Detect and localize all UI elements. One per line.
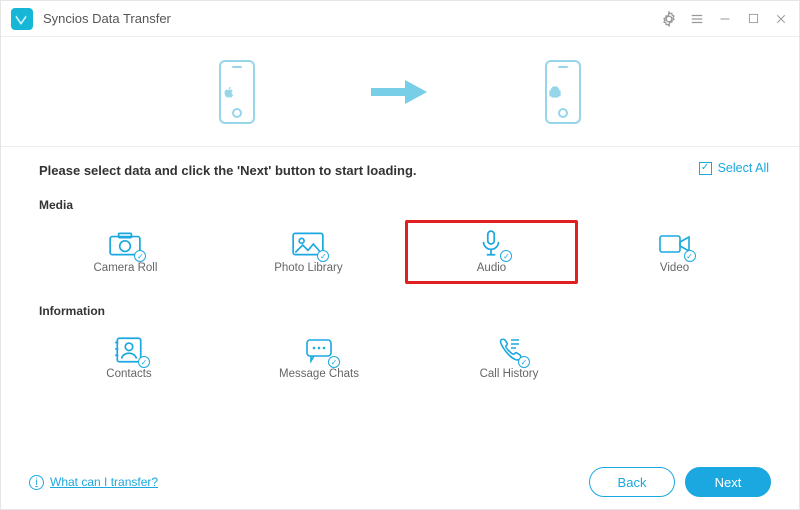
item-label: Camera Roll [94, 262, 158, 274]
item-label: Photo Library [274, 262, 342, 274]
next-label: Next [715, 475, 742, 490]
footer: i What can I transfer? Back Next [1, 455, 799, 509]
contacts-icon: ✓ [112, 336, 146, 364]
ios-icon [221, 84, 253, 100]
item-label: Contacts [106, 368, 151, 380]
back-label: Back [618, 475, 647, 490]
item-call-history[interactable]: ✓ Call History [419, 326, 599, 390]
target-device-icon [545, 60, 581, 124]
instruction-text: Please select data and click the 'Next' … [39, 163, 761, 178]
chat-icon: ✓ [302, 336, 336, 364]
close-icon[interactable] [773, 11, 789, 27]
source-device-icon [219, 60, 255, 124]
checkbox-icon: ✓ [699, 162, 712, 175]
minimize-icon[interactable] [717, 11, 733, 27]
item-video[interactable]: ✓ Video [588, 220, 761, 284]
item-message-chats[interactable]: ✓ Message Chats [229, 326, 409, 390]
titlebar: Syncios Data Transfer [1, 1, 799, 37]
item-label: Audio [477, 262, 506, 274]
android-icon [547, 84, 579, 100]
mic-icon: ✓ [474, 230, 508, 258]
information-grid: ✓ Contacts ✓ Message Chats ✓ Call Histor… [39, 326, 761, 390]
info-icon: i [29, 475, 44, 490]
video-icon: ✓ [658, 230, 692, 258]
select-all-label: Select All [718, 161, 769, 175]
select-all-toggle[interactable]: ✓ Select All [699, 161, 769, 175]
camera-icon: ✓ [108, 230, 142, 258]
menu-icon[interactable] [689, 11, 705, 27]
phone-icon: ✓ [492, 336, 526, 364]
content-area: Please select data and click the 'Next' … [1, 147, 799, 455]
arrow-right-icon [365, 76, 435, 108]
item-label: Video [660, 262, 689, 274]
gear-icon[interactable] [661, 11, 677, 27]
maximize-icon[interactable] [745, 11, 761, 27]
help-link[interactable]: i What can I transfer? [29, 475, 158, 490]
item-label: Message Chats [279, 368, 359, 380]
app-logo-icon [11, 8, 33, 30]
back-button[interactable]: Back [589, 467, 675, 497]
section-label-media: Media [39, 198, 761, 212]
app-title: Syncios Data Transfer [43, 11, 171, 26]
next-button[interactable]: Next [685, 467, 771, 497]
transfer-hero [1, 37, 799, 147]
window-controls [661, 11, 789, 27]
section-label-information: Information [39, 304, 761, 318]
item-label: Call History [480, 368, 539, 380]
item-camera-roll[interactable]: ✓ Camera Roll [39, 220, 212, 284]
help-label: What can I transfer? [50, 475, 158, 489]
media-grid: ✓ Camera Roll ✓ Photo Library ✓ Audio ✓ … [39, 220, 761, 284]
item-contacts[interactable]: ✓ Contacts [39, 326, 219, 390]
picture-icon: ✓ [291, 230, 325, 258]
item-photo-library[interactable]: ✓ Photo Library [222, 220, 395, 284]
item-audio[interactable]: ✓ Audio [405, 220, 578, 284]
